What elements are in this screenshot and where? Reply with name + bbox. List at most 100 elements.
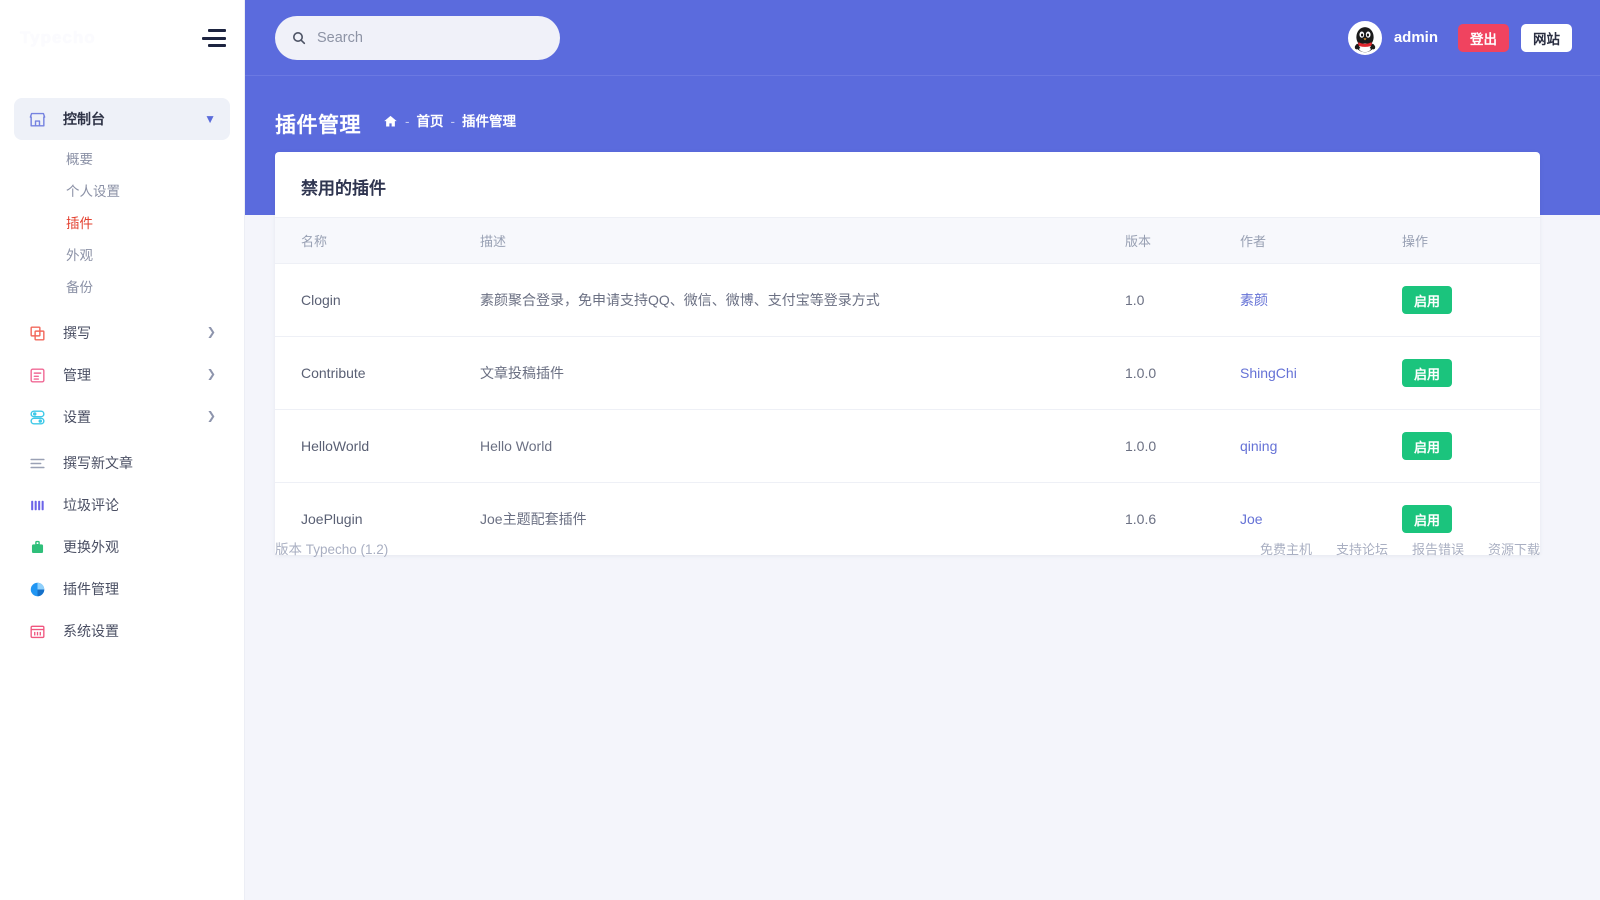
sidebar-subitem-appearance[interactable]: 外观: [14, 238, 230, 270]
table-body: Clogin 素颜聚合登录，免申请支持QQ、微信、微博、支付宝等登录方式 1.0…: [275, 263, 1540, 556]
cell-version: 1.0: [1125, 263, 1240, 337]
sidebar-item-write[interactable]: 撰写 ❯: [14, 312, 230, 354]
sidebar-subitem-overview[interactable]: 概要: [14, 142, 230, 174]
sidebar-item-label: 控制台: [63, 111, 105, 127]
footer-version: 版本 Typecho (1.2): [275, 542, 389, 557]
footer: 版本 Typecho (1.2) 免费主机 支持论坛 报告错误 资源下载: [275, 524, 1540, 558]
plugins-card: 禁用的插件 名称 描述 版本 作者 操作 Clogin 素颜聚合登录，免申请支持…: [275, 152, 1540, 555]
card-title: 禁用的插件: [301, 179, 386, 198]
sidebar-subitem-profile[interactable]: 个人设置: [14, 174, 230, 206]
search-box[interactable]: [275, 15, 560, 60]
footer-link-support-forum[interactable]: 支持论坛: [1336, 539, 1388, 558]
sidebar-item-label: 垃圾评论: [63, 497, 119, 513]
cell-author: qining: [1240, 409, 1402, 483]
settings-toggle-icon: [27, 407, 47, 427]
topbar-actions: admin 登出 网站: [1347, 20, 1572, 55]
dashboard-store-icon: [27, 109, 47, 129]
breadcrumb-sep: -: [450, 113, 456, 129]
card-header: 禁用的插件: [275, 152, 1540, 217]
cell-action: 启用: [1402, 263, 1540, 337]
sidebar-item-settings[interactable]: 设置 ❯: [14, 396, 230, 438]
logout-button[interactable]: 登出: [1458, 23, 1509, 52]
calendar-icon: [27, 621, 47, 641]
breadcrumb-item-current: 插件管理: [462, 113, 516, 129]
sidebar: Typecho 控制台 ▼ 概要 个人设置 插件 外观 备份 撰写 ❯ 管理 ❯…: [0, 0, 245, 900]
cell-action: 启用: [1402, 409, 1540, 483]
manage-list-icon: [27, 365, 47, 385]
table-head: 名称 描述 版本 作者 操作: [275, 217, 1540, 264]
sidebar-item-manage[interactable]: 管理 ❯: [14, 354, 230, 396]
plugins-table: 名称 描述 版本 作者 操作 Clogin 素颜聚合登录，免申请支持QQ、微信、…: [275, 217, 1540, 555]
table-row: Contribute 文章投稿插件 1.0.0 ShingChi 启用: [275, 336, 1540, 410]
chevron-down-icon[interactable]: ▼: [204, 113, 216, 125]
lines-icon: [27, 453, 47, 473]
site-logo: Typecho: [20, 28, 96, 47]
breadcrumb-item-home[interactable]: 首页: [417, 115, 444, 129]
bars-icon: [27, 495, 47, 515]
cell-description: Hello World: [480, 409, 1125, 483]
sidebar-header: Typecho: [0, 0, 244, 76]
author-link[interactable]: 素颜: [1240, 292, 1268, 308]
cell-plugin-name: Clogin: [275, 263, 480, 337]
enable-button[interactable]: 启用: [1402, 359, 1453, 387]
breadcrumb-sep: -: [405, 113, 410, 129]
footer-link-report-bug[interactable]: 报告错误: [1412, 539, 1464, 558]
table-header-row: 名称 描述 版本 作者 操作: [275, 217, 1540, 264]
sidebar-item-label: 撰写: [63, 325, 91, 341]
cell-author: ShingChi: [1240, 336, 1402, 410]
cell-description: 文章投稿插件: [480, 336, 1125, 410]
sidebar-item-plugin-manage[interactable]: 插件管理: [14, 568, 230, 610]
sidebar-subitem-backup[interactable]: 备份: [14, 270, 230, 302]
sidebar-item-label: 插件管理: [63, 581, 119, 597]
column-header-version: 版本: [1125, 217, 1240, 264]
column-header-author: 作者: [1240, 217, 1402, 264]
pie-chart-icon: [27, 579, 47, 599]
sidebar-item-dashboard[interactable]: 控制台 ▼: [14, 98, 230, 140]
enable-button[interactable]: 启用: [1402, 286, 1453, 314]
main-region: admin 登出 网站 插件管理 - 首页 - 插件管理 禁用的插件: [245, 0, 1600, 900]
search-input[interactable]: [317, 29, 544, 46]
sidebar-item-change-theme[interactable]: 更换外观: [14, 526, 230, 568]
enable-button[interactable]: 启用: [1402, 432, 1453, 460]
cell-description: 素颜聚合登录，免申请支持QQ、微信、微博、支付宝等登录方式: [480, 263, 1125, 337]
sidebar-subnav-dashboard: 概要 个人设置 插件 外观 备份: [14, 140, 230, 310]
cell-version: 1.0.0: [1125, 409, 1240, 483]
table-row: Clogin 素颜聚合登录，免申请支持QQ、微信、微博、支付宝等登录方式 1.0…: [275, 263, 1540, 337]
sidebar-item-spam-comments[interactable]: 垃圾评论: [14, 484, 230, 526]
author-link[interactable]: qining: [1240, 438, 1277, 454]
chevron-right-icon[interactable]: ❯: [207, 411, 216, 423]
author-link[interactable]: ShingChi: [1240, 365, 1297, 381]
hamburger-icon[interactable]: [202, 29, 226, 47]
user-name: admin: [1393, 29, 1438, 46]
column-header-action: 操作: [1402, 217, 1540, 264]
sidebar-item-label: 管理: [63, 367, 91, 383]
footer-links: 免费主机 支持论坛 报告错误 资源下载: [1260, 539, 1540, 558]
qq-penguin-avatar[interactable]: [1347, 20, 1382, 55]
cell-version: 1.0.0: [1125, 336, 1240, 410]
cell-plugin-name: HelloWorld: [275, 409, 480, 483]
topbar: admin 登出 网站: [245, 0, 1600, 76]
sidebar-item-new-post[interactable]: 撰写新文章: [14, 442, 230, 484]
column-header-description: 描述: [480, 217, 1125, 264]
paint-bucket-icon: [27, 537, 47, 557]
sidebar-item-label: 系统设置: [63, 623, 119, 639]
home-icon[interactable]: [383, 114, 398, 129]
sidebar-item-label: 更换外观: [63, 539, 119, 555]
sidebar-item-label: 设置: [63, 409, 91, 425]
sidebar-subitem-plugins[interactable]: 插件: [14, 206, 230, 238]
page-title: 插件管理: [275, 114, 361, 137]
sidebar-item-system-settings[interactable]: 系统设置: [14, 610, 230, 652]
footer-link-downloads[interactable]: 资源下载: [1488, 539, 1540, 558]
cell-action: 启用: [1402, 336, 1540, 410]
column-header-name: 名称: [275, 217, 480, 264]
cell-author: 素颜: [1240, 263, 1402, 337]
cell-plugin-name: Contribute: [275, 336, 480, 410]
sidebar-group-dashboard: 控制台 ▼ 概要 个人设置 插件 外观 备份: [14, 98, 230, 310]
breadcrumb: - 首页 - 插件管理: [383, 114, 516, 129]
chevron-right-icon[interactable]: ❯: [207, 369, 216, 381]
site-button[interactable]: 网站: [1521, 23, 1572, 52]
sidebar-nav: 控制台 ▼ 概要 个人设置 插件 外观 备份 撰写 ❯ 管理 ❯ 设置 ❯ 撰写…: [0, 76, 244, 652]
search-icon: [291, 30, 307, 46]
footer-link-free-hosting[interactable]: 免费主机: [1260, 539, 1312, 558]
chevron-right-icon[interactable]: ❯: [207, 327, 216, 339]
